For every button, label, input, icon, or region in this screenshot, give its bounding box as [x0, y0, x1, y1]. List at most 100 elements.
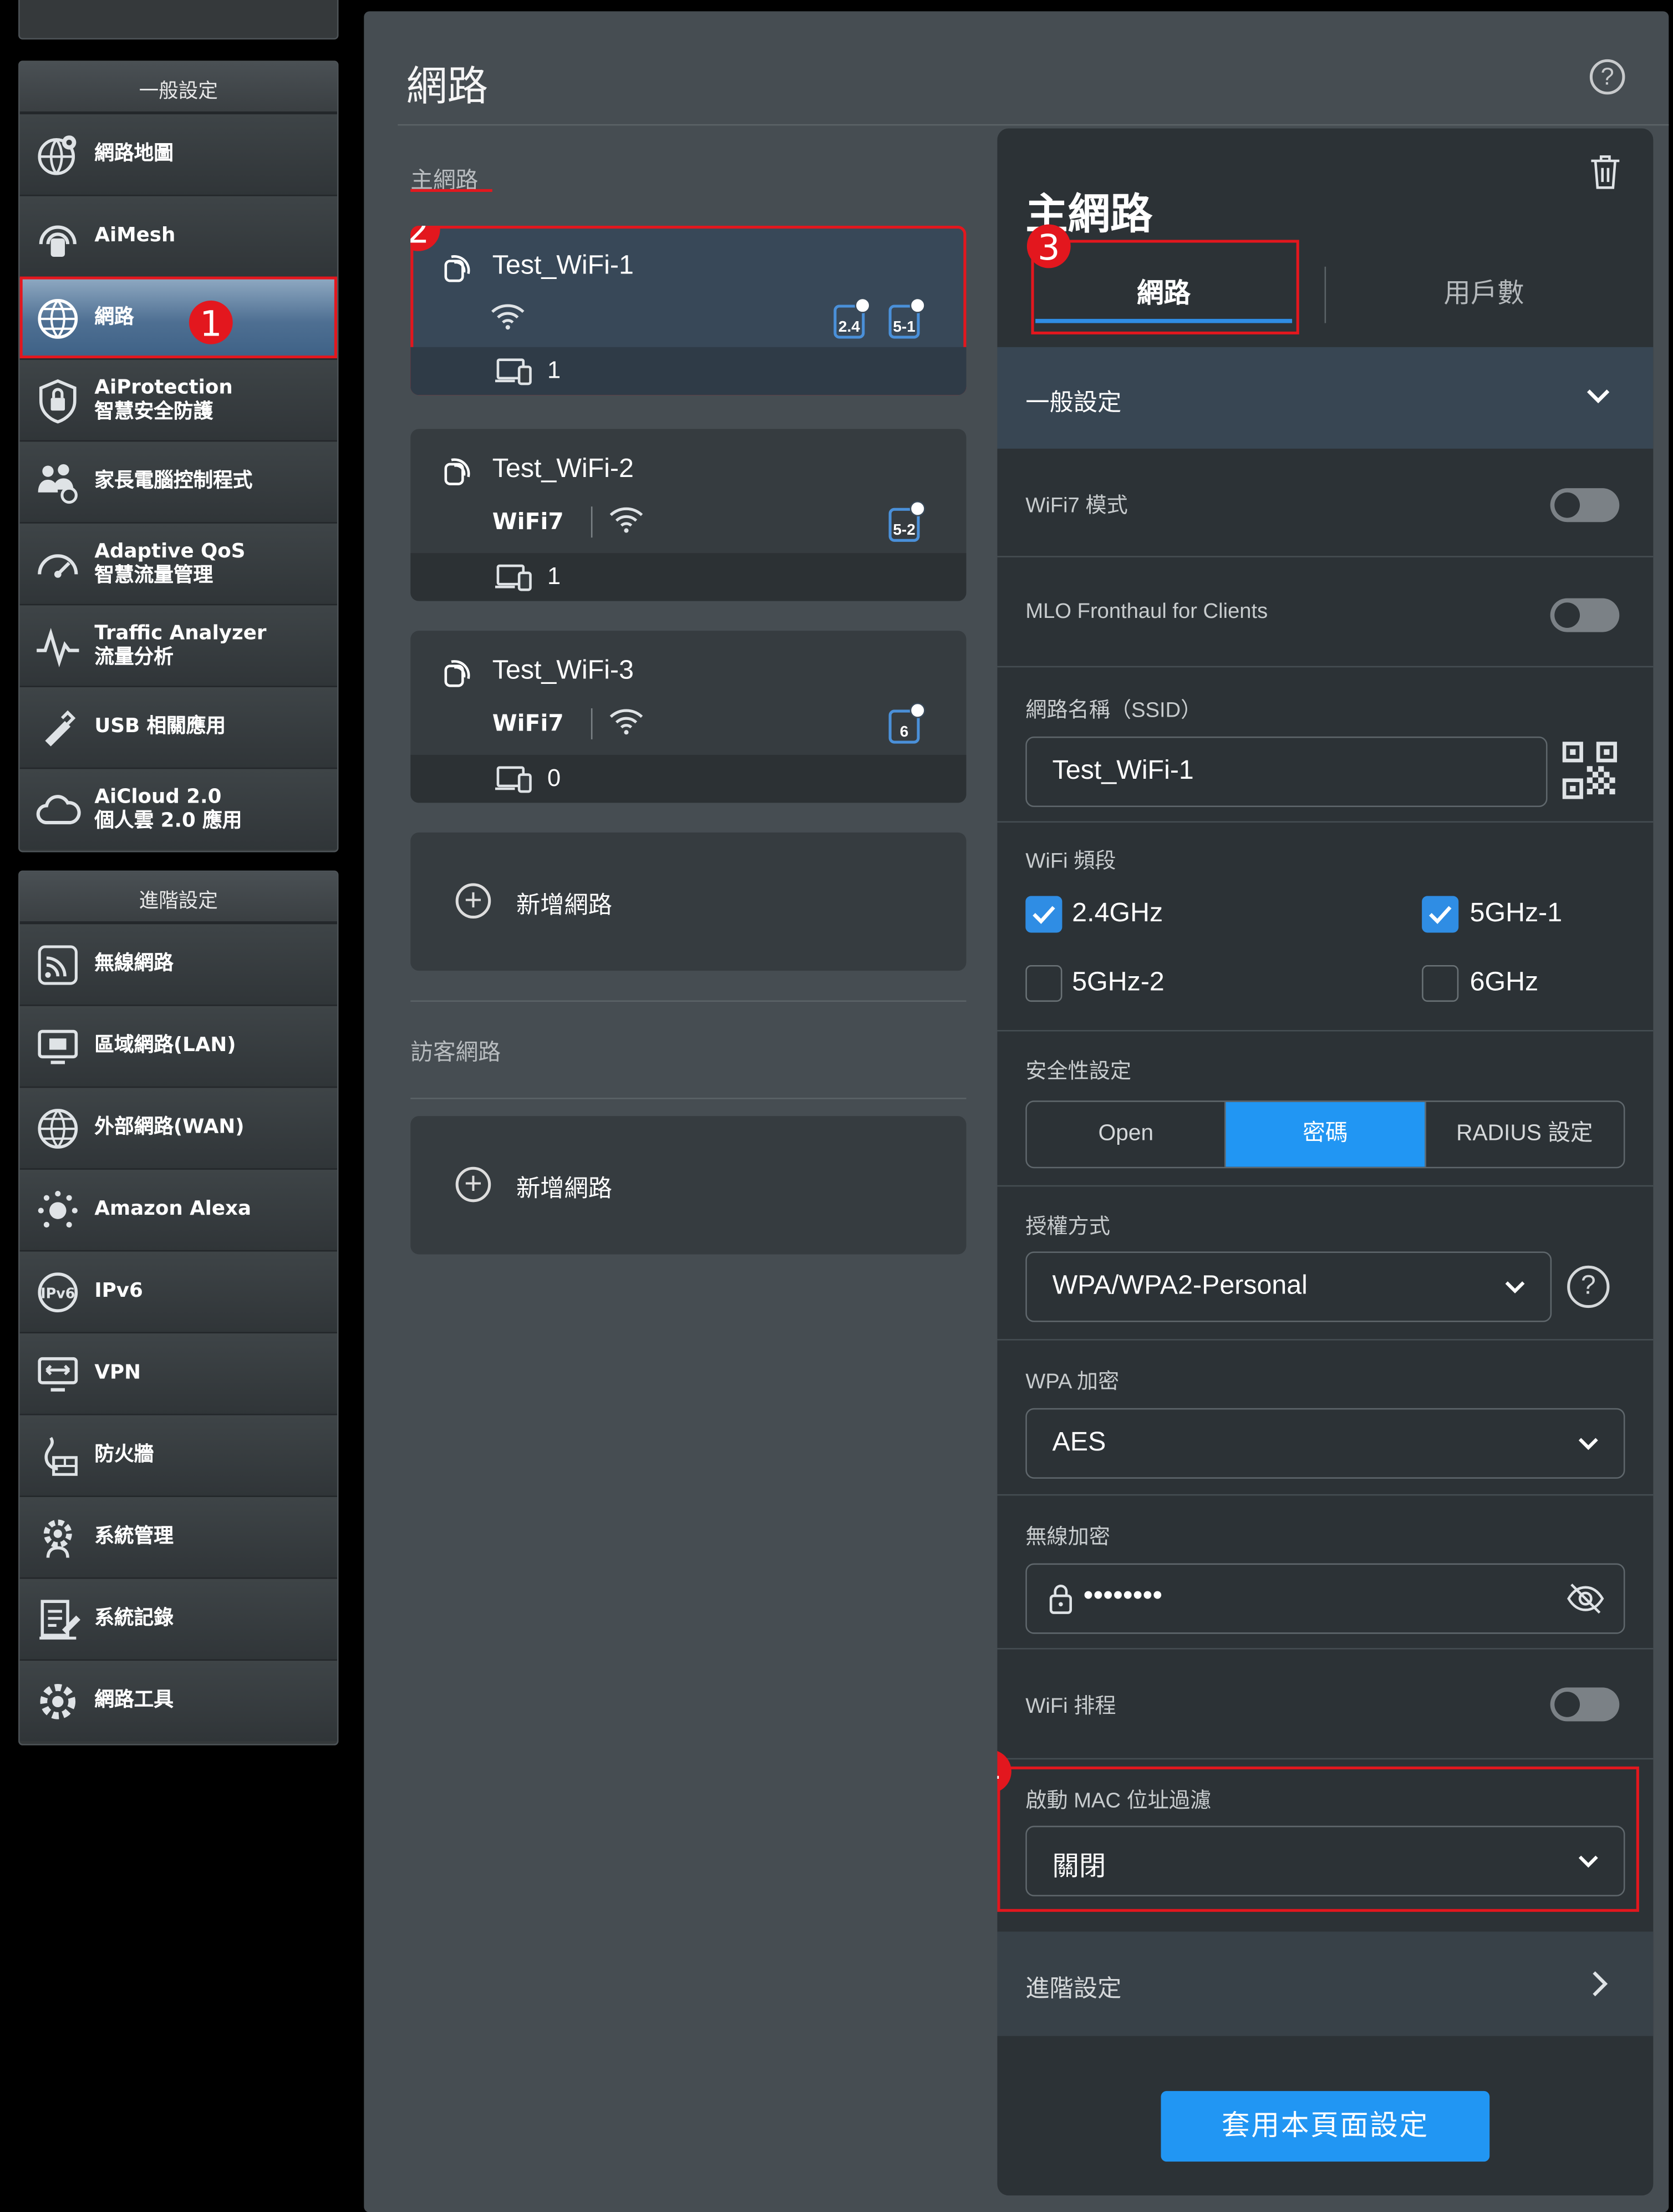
help-icon[interactable]: ? — [1589, 59, 1625, 95]
network-name: Test_WiFi-3 — [492, 656, 634, 686]
sidebar-item-aiprotection[interactable]: AiProtection 智慧安全防護 — [19, 358, 337, 440]
divider — [997, 1648, 1654, 1650]
band-badge-5-1: 5-1 — [888, 297, 926, 339]
network-card-test-wifi-2[interactable]: Test_WiFi-2 WiFi7 5-2 1 — [410, 429, 967, 601]
advanced-settings-row[interactable]: 進階設定 — [997, 1931, 1654, 2036]
mlo-toggle[interactable] — [1550, 598, 1620, 632]
auth-method-value: WPA/WPA2-Personal — [1052, 1271, 1308, 1301]
sidebar-item-label: IPv6 — [94, 1280, 143, 1302]
band-5ghz-2-checkbox[interactable] — [1025, 965, 1062, 1002]
title-divider — [398, 124, 1669, 126]
wpa-encryption-select[interactable]: AES — [1025, 1408, 1625, 1479]
security-label: 安全性設定 — [1025, 1059, 1132, 1084]
mac-filter-select[interactable]: 關閉 — [1025, 1825, 1625, 1896]
apply-button[interactable]: 套用本頁面設定 — [1161, 2091, 1490, 2162]
divider — [997, 821, 1654, 823]
trash-icon[interactable] — [1590, 154, 1621, 197]
sidebar-item-firewall[interactable]: 防火牆 — [19, 1413, 337, 1496]
gear-person-icon — [31, 1510, 85, 1564]
divider — [997, 1339, 1654, 1341]
divider — [410, 1098, 967, 1099]
sidebar-item-wan[interactable]: 外部網路(WAN) — [19, 1086, 337, 1169]
broadcast-icon — [441, 251, 475, 292]
guest-network-label: 訪客網路 — [410, 1041, 501, 1066]
wifi7-logo: WiFi7 — [492, 709, 564, 737]
devices-icon — [495, 563, 535, 598]
primary-network-label: 主網路 — [410, 161, 492, 195]
ssid-input[interactable]: Test_WiFi-1 — [1025, 736, 1548, 808]
wireless-key-input[interactable]: •••••••• — [1025, 1563, 1625, 1634]
card-footer: 1 — [410, 347, 967, 395]
qr-code-icon[interactable] — [1562, 740, 1618, 807]
red-underline — [410, 189, 492, 192]
sidebar-item-system-log[interactable]: 系統記錄 — [19, 1577, 337, 1660]
wireless-icon — [31, 937, 85, 991]
security-radius-option[interactable]: RADIUS 設定 — [1426, 1102, 1624, 1167]
divider — [410, 1000, 967, 1002]
sidebar-advanced-header: 進階設定 — [19, 872, 337, 923]
wifi7-mode-toggle[interactable] — [1550, 488, 1620, 522]
band-5ghz-1-label: 5GHz-1 — [1469, 899, 1563, 929]
sidebar-item-network-map[interactable]: 網路地圖 — [19, 113, 337, 195]
sidebar-item-aicloud[interactable]: AiCloud 2.0 個人雲 2.0 應用 — [19, 767, 337, 850]
sidebar-item-label: AiProtection 智慧安全防護 — [94, 376, 233, 423]
sidebar-item-label: 系統管理 — [94, 1525, 174, 1548]
help-icon[interactable]: ? — [1567, 1265, 1610, 1308]
wireless-key-value: •••••••• — [1083, 1580, 1163, 1612]
wifi-signal-icon — [608, 505, 644, 541]
sidebar-item-lan[interactable]: 區域網路(LAN) — [19, 1004, 337, 1087]
band-2-4ghz-checkbox[interactable] — [1025, 896, 1062, 933]
card-footer: 1 — [410, 553, 967, 601]
sidebar-item-traffic-analyzer[interactable]: Traffic Analyzer 流量分析 — [19, 603, 337, 686]
wifi-signal-icon — [490, 302, 526, 337]
sidebar-item-alexa[interactable]: Amazon Alexa — [19, 1168, 337, 1250]
tab-network[interactable]: 網路 — [1035, 255, 1293, 334]
band-6ghz-checkbox[interactable] — [1422, 965, 1459, 1002]
cloud-icon — [31, 783, 85, 836]
mlo-label: MLO Fronthaul for Clients — [1025, 600, 1268, 624]
security-password-option[interactable]: 密碼 — [1226, 1102, 1426, 1167]
divider — [997, 556, 1654, 557]
ipv6-icon: IPv6 — [31, 1265, 85, 1319]
tab-clients[interactable]: 用戶數 — [1350, 255, 1618, 334]
sidebar-item-administration[interactable]: 系統管理 — [19, 1495, 337, 1577]
globe-icon — [31, 291, 85, 345]
add-guest-network-button[interactable]: + 新增網路 — [410, 1116, 967, 1255]
band-6ghz-label: 6GHz — [1469, 968, 1539, 998]
globe-pin-icon — [31, 128, 85, 181]
family-icon — [31, 455, 85, 509]
sidebar-item-wireless[interactable]: 無線網路 — [19, 922, 337, 1005]
network-card-test-wifi-3[interactable]: Test_WiFi-3 WiFi7 6 0 — [410, 631, 967, 803]
client-count: 1 — [547, 562, 561, 590]
sidebar-item-aimesh[interactable]: AiMesh — [19, 195, 337, 277]
security-open-option[interactable]: Open — [1027, 1102, 1227, 1167]
wifi-schedule-toggle[interactable] — [1550, 1687, 1620, 1722]
client-count: 0 — [547, 764, 561, 792]
chevron-down-icon — [1575, 1851, 1601, 1878]
add-network-button[interactable]: + 新增網路 — [410, 832, 967, 971]
network-card-test-wifi-1[interactable]: Test_WiFi-1 2.4 5-1 1 2 — [410, 226, 967, 395]
pulse-icon — [31, 618, 85, 672]
sidebar-item-vpn[interactable]: VPN — [19, 1332, 337, 1414]
sidebar-item-adaptive-qos[interactable]: Adaptive QoS 智慧流量管理 — [19, 522, 337, 604]
ssid-label: 網路名稱（SSID） — [1025, 698, 1202, 723]
callout-1: 1 — [189, 300, 233, 344]
auth-method-select[interactable]: WPA/WPA2-Personal — [1025, 1251, 1552, 1322]
sidebar-item-parental-control[interactable]: 家長電腦控制程式 — [19, 440, 337, 522]
sidebar-item-label: 家長電腦控制程式 — [94, 470, 253, 493]
security-segmented-control: Open 密碼 RADIUS 設定 — [1025, 1100, 1625, 1169]
general-settings-accordion[interactable]: 一般設定 — [997, 347, 1654, 449]
sidebar-item-usb[interactable]: USB 相關應用 — [19, 686, 337, 768]
band-5ghz-1-checkbox[interactable] — [1422, 896, 1459, 933]
sidebar-item-network-tools[interactable]: 網路工具 — [19, 1659, 337, 1742]
tools-gear-icon — [31, 1674, 85, 1728]
sidebar-item-label: Adaptive QoS 智慧流量管理 — [94, 540, 246, 586]
divider — [997, 1494, 1654, 1496]
sidebar-item-network[interactable]: 網路 1 — [19, 276, 337, 359]
sidebar-advanced-group: 進階設定 無線網路 區域網路(LAN) 外部網路(WAN) Amazon Ale… — [18, 870, 339, 1746]
sidebar-item-ipv6[interactable]: IPv6 IPv6 — [19, 1250, 337, 1332]
broadcast-icon — [441, 656, 475, 697]
log-icon — [31, 1592, 85, 1646]
chevron-down-icon — [1502, 1277, 1528, 1303]
eye-off-icon[interactable] — [1566, 1582, 1605, 1623]
